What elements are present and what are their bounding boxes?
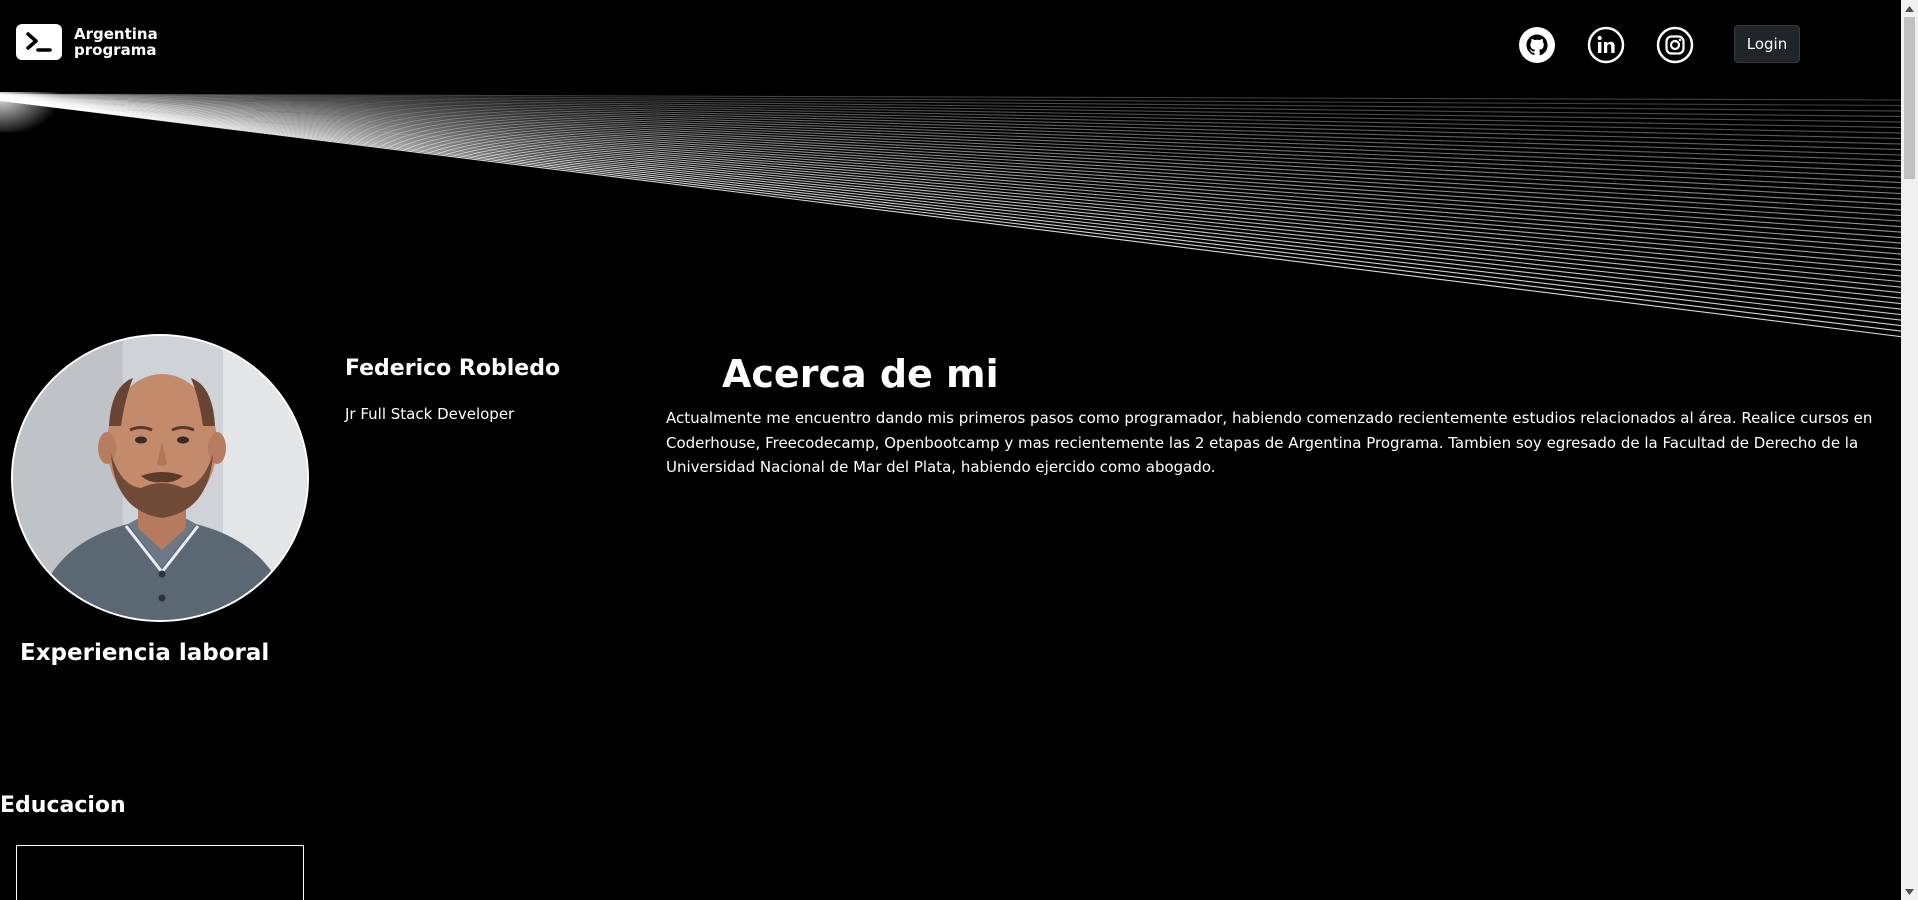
banner-line [0, 99, 1904, 322]
profile-name: Federico Robledo [345, 356, 561, 381]
profile-photo [11, 334, 309, 622]
banner-line [0, 97, 1904, 239]
logo-line-1: Argentina [74, 25, 158, 43]
banner-line [0, 96, 1904, 222]
vertical-scrollbar[interactable] [1901, 0, 1918, 900]
experience-heading: Experiencia laboral [20, 640, 270, 666]
about-text: Actualmente me encuentro dando mis prime… [666, 409, 1873, 476]
education-card [16, 845, 304, 900]
profile-role: Jr Full Stack Developer [345, 405, 515, 423]
banner-line [0, 99, 1904, 305]
education-heading: Educacion [0, 793, 126, 818]
github-icon[interactable] [1518, 26, 1556, 64]
scroll-thumb[interactable] [1904, 17, 1915, 179]
banner-line [0, 98, 1904, 283]
banner-line [0, 98, 1904, 272]
banner-line [0, 99, 1904, 333]
banner-line [0, 96, 1904, 200]
banner-line [0, 98, 1904, 299]
banner-line [0, 95, 1904, 184]
page: Argentina programa Login Federico Robled… [0, 0, 1918, 900]
banner-line [0, 99, 1904, 337]
banner-lines-graphic [0, 92, 1904, 337]
banner-line [0, 97, 1904, 266]
linkedin-icon[interactable] [1587, 26, 1625, 64]
banner-line [0, 95, 1904, 189]
banner-line [0, 97, 1904, 255]
banner-line [0, 96, 1904, 217]
about-title: Acerca de mi [722, 352, 999, 396]
banner-line [0, 97, 1904, 250]
logo-text: Argentina programa [74, 26, 158, 58]
scroll-down-arrow-icon[interactable] [1901, 883, 1918, 900]
logo[interactable]: Argentina programa [16, 24, 158, 60]
terminal-icon [16, 24, 62, 60]
login-button[interactable]: Login [1734, 25, 1800, 63]
scroll-up-arrow-icon[interactable] [1901, 0, 1918, 17]
instagram-icon[interactable] [1656, 26, 1694, 64]
logo-line-2: programa [74, 41, 157, 59]
